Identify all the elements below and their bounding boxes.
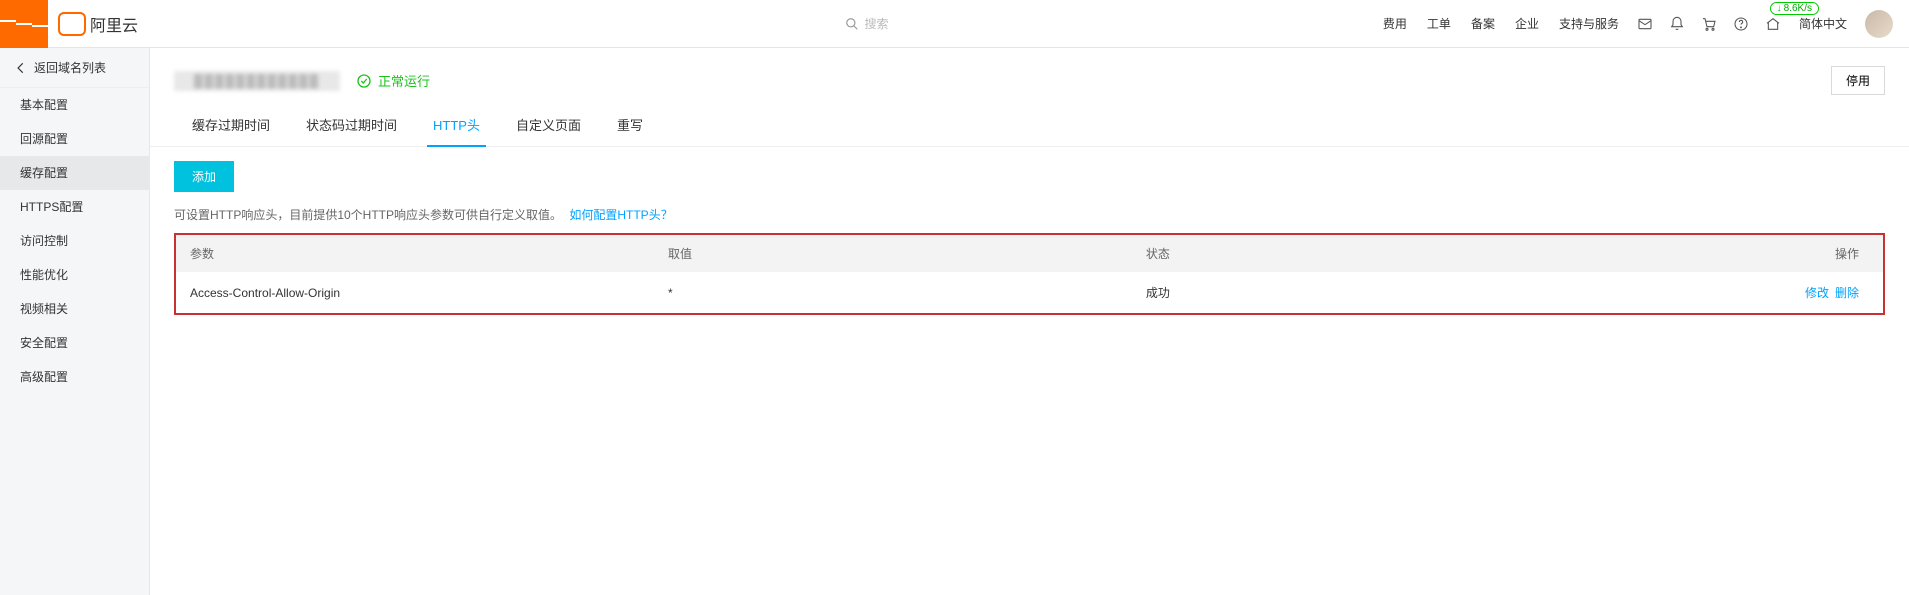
sidebar: 返回域名列表 基本配置回源配置缓存配置HTTPS配置访问控制性能优化视频相关安全… [0,48,150,595]
domain-name-masked: ████████████ [174,71,340,91]
top-right-nav: 8.6K/s 费用 工单 备案 企业 支持与服务 简体中文 [1373,0,1909,48]
global-search[interactable] [845,17,1065,31]
brand-logo[interactable]: 阿里云 [48,12,138,36]
tab-body: 添加 可设置HTTP响应头，目前提供10个HTTP响应头参数可供自行定义取值。 … [150,147,1909,329]
sidebar-item[interactable]: 安全配置 [0,326,149,360]
page-header: ████████████ 正常运行 停用 [150,48,1909,105]
delete-link[interactable]: 删除 [1835,286,1859,300]
col-op: 操作 [1610,235,1883,272]
top-bar: 阿里云 8.6K/s 费用 工单 备案 企业 支持与服务 简体中文 [0,0,1909,48]
sidebar-item[interactable]: HTTPS配置 [0,190,149,224]
hint-help-link[interactable]: 如何配置HTTP头？ [569,208,672,222]
table-row: Access-Control-Allow-Origin*成功修改删除 [176,272,1883,313]
nav-beian[interactable]: 备案 [1461,0,1505,48]
cell-op: 修改删除 [1610,272,1883,313]
nav-support[interactable]: 支持与服务 [1549,0,1629,48]
cell-status: 成功 [1132,272,1610,313]
table-header-row: 参数 取值 状态 操作 [176,235,1883,272]
col-param: 参数 [176,235,654,272]
sidebar-item[interactable]: 高级配置 [0,360,149,394]
sidebar-item[interactable]: 视频相关 [0,292,149,326]
check-circle-icon [356,73,372,89]
sidebar-item[interactable]: 访问控制 [0,224,149,258]
message-icon[interactable] [1629,0,1661,48]
back-to-domains-button[interactable]: 返回域名列表 [0,48,149,88]
sidebar-item[interactable]: 基本配置 [0,88,149,122]
status-text: 正常运行 [378,71,430,90]
tab[interactable]: HTTP头 [415,105,498,146]
arrow-left-icon [14,61,28,75]
brand-text: 阿里云 [90,12,138,36]
nav-enterprise[interactable]: 企业 [1505,0,1549,48]
avatar[interactable] [1865,10,1893,38]
hint-text: 可设置HTTP响应头，目前提供10个HTTP响应头参数可供自行定义取值。 [174,208,562,222]
hint-row: 可设置HTTP响应头，目前提供10个HTTP响应头参数可供自行定义取值。 如何配… [174,206,1885,223]
http-header-table: 参数 取值 状态 操作 Access-Control-Allow-Origin*… [176,235,1883,313]
brand-mark-icon [60,12,84,36]
help-icon[interactable] [1725,0,1757,48]
cart-icon[interactable] [1693,0,1725,48]
tab[interactable]: 重写 [599,105,661,146]
http-header-table-highlight: 参数 取值 状态 操作 Access-Control-Allow-Origin*… [174,233,1885,315]
tab[interactable]: 自定义页面 [498,105,599,146]
menu-toggle-button[interactable] [0,0,48,48]
add-button[interactable]: 添加 [174,161,234,192]
sidebar-item[interactable]: 回源配置 [0,122,149,156]
sidebar-item[interactable]: 缓存配置 [0,156,149,190]
search-icon [845,17,859,31]
nav-cost[interactable]: 费用 [1373,0,1417,48]
bell-icon[interactable] [1661,0,1693,48]
tab[interactable]: 缓存过期时间 [174,105,288,146]
nav-ticket[interactable]: 工单 [1417,0,1461,48]
back-label: 返回域名列表 [34,59,106,76]
sidebar-item[interactable]: 性能优化 [0,258,149,292]
col-status: 状态 [1132,235,1610,272]
cell-param: Access-Control-Allow-Origin [176,272,654,313]
home-icon[interactable] [1757,0,1789,48]
tab[interactable]: 状态码过期时间 [288,105,415,146]
tabs: 缓存过期时间状态码过期时间HTTP头自定义页面重写 [150,105,1909,147]
main-area: ████████████ 正常运行 停用 缓存过期时间状态码过期时间HTTP头自… [150,48,1909,595]
col-value: 取值 [654,235,1132,272]
edit-link[interactable]: 修改 [1805,286,1829,300]
disable-button[interactable]: 停用 [1831,66,1885,95]
search-input[interactable] [865,17,1065,31]
status-badge: 正常运行 [356,71,430,90]
cell-value: * [654,272,1132,313]
